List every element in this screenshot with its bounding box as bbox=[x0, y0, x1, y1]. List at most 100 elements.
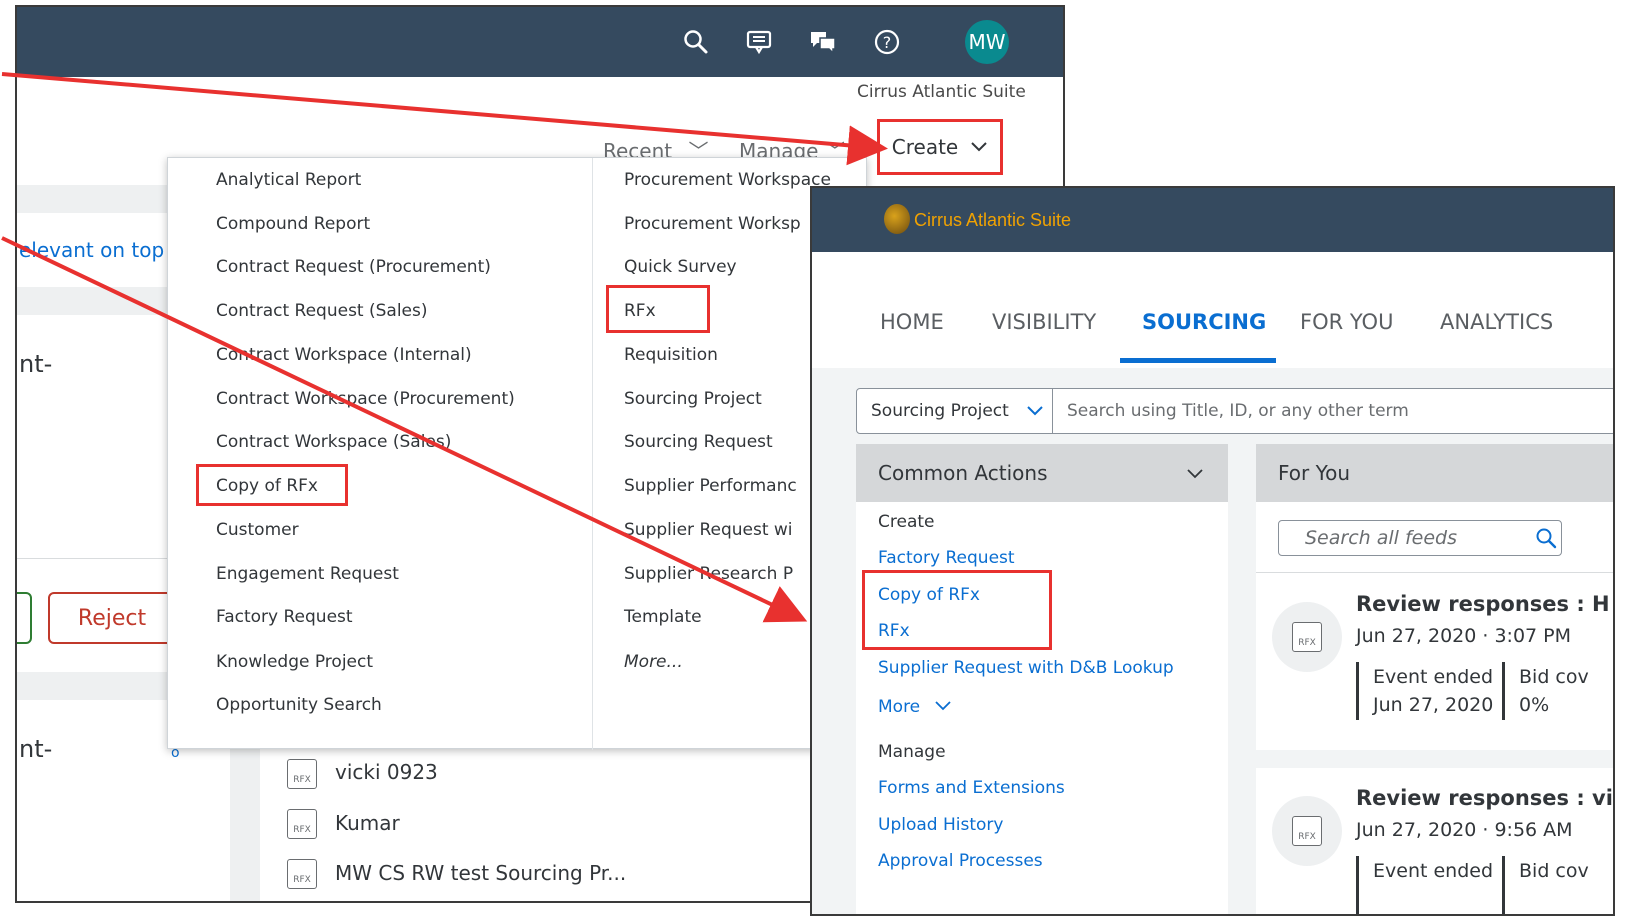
menu-item[interactable]: Procurement Worksp bbox=[624, 214, 801, 234]
feed-status-label: Event ended bbox=[1373, 666, 1494, 688]
search-icon[interactable] bbox=[676, 22, 716, 62]
chevron-down-icon bbox=[1187, 469, 1203, 479]
menu-item-more[interactable]: More... bbox=[624, 652, 683, 672]
menu-item[interactable]: Knowledge Project bbox=[216, 652, 373, 672]
create-dropdown-menu: Analytical Report Compound Report Contra… bbox=[167, 157, 867, 750]
menu-item[interactable]: Compound Report bbox=[216, 214, 370, 234]
shell-bar: ? MW bbox=[17, 7, 1063, 77]
link-forms-extensions[interactable]: Forms and Extensions bbox=[878, 778, 1065, 798]
search-category-select[interactable]: Sourcing Project bbox=[857, 389, 1053, 433]
menu-item[interactable]: Contract Workspace (Sales) bbox=[216, 432, 451, 452]
chevron-down-icon bbox=[1027, 406, 1043, 416]
list-item[interactable]: vicki 0923 bbox=[335, 760, 438, 784]
chevron-down-icon bbox=[934, 701, 951, 711]
tab-visibility[interactable]: VISIBILITY bbox=[992, 310, 1096, 334]
link-approval-processes[interactable]: Approval Processes bbox=[878, 851, 1043, 871]
search-category-label: Sourcing Project bbox=[871, 401, 1009, 421]
search-bar: Sourcing Project Search using Title, ID,… bbox=[856, 388, 1613, 434]
menu-item-rfx[interactable]: RFx bbox=[624, 301, 656, 321]
rfx-icon: RFX bbox=[287, 759, 317, 789]
menu-item[interactable]: Quick Survey bbox=[624, 257, 737, 277]
menu-item-copy-of-rfx[interactable]: Copy of RFx bbox=[216, 476, 318, 496]
feed-search-placeholder: Search all feeds bbox=[1305, 527, 1457, 549]
menu-item[interactable]: Factory Request bbox=[216, 607, 353, 627]
menu-item[interactable]: Customer bbox=[216, 520, 299, 540]
link-factory-request[interactable]: Factory Request bbox=[878, 548, 1015, 568]
rfx-icon: RFX bbox=[287, 859, 317, 889]
common-actions-panel: Common Actions Create Factory Request Co… bbox=[856, 444, 1228, 914]
help-icon[interactable]: ? bbox=[867, 22, 907, 62]
menu-item[interactable]: Contract Workspace (Internal) bbox=[216, 345, 472, 365]
for-you-panel: For You Search all feeds RFX Review resp… bbox=[1256, 444, 1613, 914]
feed-title[interactable]: Review responses : vi bbox=[1356, 786, 1613, 810]
feedback-icon[interactable] bbox=[739, 22, 779, 62]
manage-heading: Manage bbox=[878, 742, 946, 762]
approve-button[interactable] bbox=[17, 592, 32, 644]
rfx-icon: RFX bbox=[287, 809, 317, 839]
rfx-icon: RFX bbox=[1292, 622, 1322, 652]
menu-item[interactable]: Supplier Request wi bbox=[624, 520, 793, 540]
menu-item[interactable]: Opportunity Search bbox=[216, 695, 382, 715]
section-strip bbox=[17, 287, 167, 315]
menu-item[interactable]: Procurement Workspace bbox=[624, 170, 831, 190]
feed-metric-label: Bid cov bbox=[1519, 860, 1589, 882]
menu-item[interactable]: Sourcing Project bbox=[624, 389, 762, 409]
create-label: Create bbox=[891, 135, 959, 159]
rfx-icon: RFX bbox=[1292, 816, 1322, 846]
active-tab-indicator bbox=[1120, 358, 1276, 363]
link-upload-history[interactable]: Upload History bbox=[878, 815, 1003, 835]
user-avatar[interactable]: MW bbox=[965, 20, 1009, 64]
tab-for-you[interactable]: FOR YOU bbox=[1300, 310, 1393, 334]
tab-analytics[interactable]: ANALYTICS bbox=[1440, 310, 1553, 334]
menu-item[interactable]: Engagement Request bbox=[216, 564, 399, 584]
feed-date: Jun 27, 2020 · 9:56 AM bbox=[1356, 819, 1573, 841]
tab-bar: HOME VISIBILITY SOURCING FOR YOU ANALYTI… bbox=[812, 252, 1613, 368]
create-heading: Create bbox=[878, 512, 935, 532]
list-item[interactable]: Kumar bbox=[335, 811, 400, 835]
feed-status-label: Event ended bbox=[1373, 860, 1494, 882]
menu-item[interactable]: Contract Request (Sales) bbox=[216, 301, 428, 321]
highlight-box bbox=[606, 285, 710, 333]
shell-bar: Cirrus Atlantic Suite bbox=[812, 188, 1613, 252]
menu-item[interactable]: Requisition bbox=[624, 345, 718, 365]
relevant-link[interactable]: elevant on top bbox=[19, 238, 164, 262]
feed-divider bbox=[1502, 856, 1505, 914]
doc-title-fragment: nt- bbox=[19, 350, 53, 378]
menu-item[interactable]: Supplier Performanc bbox=[624, 476, 797, 496]
common-actions-header[interactable]: Common Actions bbox=[856, 444, 1228, 502]
feed-rfx-icon: RFX bbox=[1272, 796, 1342, 866]
suite-name: Cirrus Atlantic Suite bbox=[857, 82, 1026, 102]
chat-icon[interactable] bbox=[803, 22, 843, 62]
create-menu-button[interactable]: Create bbox=[877, 119, 1003, 175]
chevron-down-icon bbox=[971, 142, 987, 152]
link-supplier-request[interactable]: Supplier Request with D&B Lookup bbox=[878, 658, 1174, 678]
menu-item[interactable]: Contract Request (Procurement) bbox=[216, 257, 491, 277]
menu-item[interactable]: Template bbox=[624, 607, 702, 627]
search-icon[interactable] bbox=[1535, 527, 1557, 549]
feed-metric-value: 0% bbox=[1519, 694, 1550, 716]
feed-separator bbox=[1256, 750, 1613, 768]
menu-item[interactable]: Sourcing Request bbox=[624, 432, 773, 452]
feed-title[interactable]: Review responses : H bbox=[1356, 592, 1610, 616]
feed-search-input[interactable]: Search all feeds bbox=[1278, 520, 1562, 556]
menu-item[interactable]: Supplier Research P bbox=[624, 564, 793, 584]
tab-home[interactable]: HOME bbox=[880, 310, 944, 334]
search-input[interactable]: Search using Title, ID, or any other ter… bbox=[1067, 401, 1409, 421]
logo-text: Cirrus Atlantic Suite bbox=[914, 210, 1072, 230]
svg-text:?: ? bbox=[883, 33, 892, 52]
menu-item[interactable]: Contract Workspace (Procurement) bbox=[216, 389, 515, 409]
divider bbox=[1256, 572, 1613, 573]
doc-title-fragment: nt- bbox=[19, 735, 53, 763]
link-rfx[interactable]: RFx bbox=[878, 621, 910, 641]
more-label: More bbox=[878, 697, 921, 717]
reject-button[interactable]: Reject bbox=[48, 592, 176, 644]
list-item[interactable]: MW CS RW test Sourcing Pr... bbox=[335, 861, 626, 885]
feed-divider bbox=[1356, 856, 1359, 914]
link-copy-of-rfx[interactable]: Copy of RFx bbox=[878, 585, 980, 605]
for-you-header: For You bbox=[1256, 444, 1613, 502]
more-button[interactable]: More bbox=[878, 697, 952, 717]
menu-item[interactable]: Analytical Report bbox=[216, 170, 361, 190]
feed-metric-label: Bid cov bbox=[1519, 666, 1589, 688]
tab-sourcing[interactable]: SOURCING bbox=[1142, 310, 1266, 334]
menu-column-divider bbox=[592, 158, 593, 750]
